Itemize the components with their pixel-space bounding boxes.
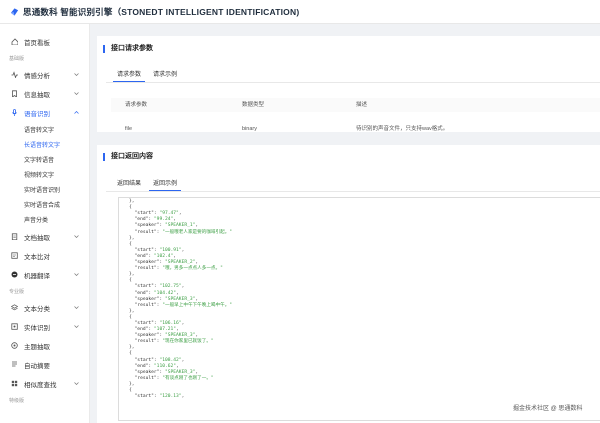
tab-request-params[interactable]: 请求参数 — [111, 69, 147, 82]
tabs-divider — [106, 82, 600, 83]
request-params-card: 接口请求参数 请求参数 请求示例 请求参数 数据类型 描述 file binar… — [97, 36, 600, 132]
tab-request-example[interactable]: 请求示例 — [147, 69, 183, 81]
chevron-down-icon — [74, 325, 79, 328]
tab-response-result[interactable]: 返回结果 — [111, 178, 147, 190]
code-line: "start": "120.13", — [129, 394, 185, 400]
sidebar-menu-item[interactable]: 语音识别 — [0, 103, 89, 122]
request-section-title: 接口请求参数 — [103, 45, 153, 53]
translate-icon — [11, 271, 18, 278]
home-icon — [11, 38, 18, 45]
chevron-down-icon — [74, 382, 79, 385]
menu-item-label: 自动摘要 — [24, 362, 50, 370]
code-line: "result": "哦，男多一点点人多一点。" — [129, 266, 223, 272]
bookmark-icon — [12, 90, 17, 97]
menu-item-label: 文本比对 — [24, 253, 50, 261]
code-line: "result": "一般哦老人家是要的咖啡引起。" — [129, 229, 233, 235]
submenu-item[interactable]: 声音分类 — [0, 212, 89, 227]
submenu-item[interactable]: 长语音转文字 — [0, 137, 89, 152]
menu-item-label: 实体识别 — [24, 324, 50, 332]
menu-item-label: 文档抽取 — [24, 234, 50, 242]
sidebar-menu-item[interactable]: 情感分析 — [0, 65, 89, 84]
logo-icon — [10, 7, 19, 16]
menu-item-label: 情感分析 — [24, 72, 50, 80]
sidebar: 首页看板基础版 情感分析 信息抽取 语音识别语音转文字 长语音转文字 文字转语音 视频… — [0, 24, 90, 423]
submenu-item[interactable]: 语音转文字 — [0, 122, 89, 137]
submenu-item[interactable]: 实时语音合成 — [0, 197, 89, 212]
code-line: "result": "一般早上中午下午晚上喝中午。" — [129, 302, 233, 308]
menu-group-label: 专业版 — [9, 288, 25, 295]
submenu-item[interactable]: 视频转文字 — [0, 167, 89, 182]
menu-item-label: 信息抽取 — [24, 91, 50, 99]
menu-item-label: 机器翻译 — [24, 272, 50, 280]
layers-icon — [11, 304, 18, 311]
menu-item-label: 主题抽取 — [24, 343, 50, 351]
response-section-title: 接口返回内容 — [103, 153, 153, 161]
code-block[interactable]: "result": "一直都很不错。"},{ "start": "97.47",… — [118, 197, 600, 421]
chevron-down-icon — [74, 273, 79, 276]
watermark-text: 掘金技术社区 @ 思通数科 — [513, 406, 583, 412]
chevron-down-icon — [74, 92, 79, 95]
chevron-down-icon — [74, 306, 79, 309]
mic-icon — [12, 109, 17, 116]
response-tabs: 返回结果 返回示例 — [111, 178, 183, 191]
table-row: file binary 待识别的声音文件，只支持wav格式。 — [111, 122, 600, 136]
sidebar-menu-item[interactable]: 文档抽取 — [0, 227, 89, 246]
sidebar-menu-item[interactable]: 文本分类 — [0, 298, 89, 317]
summary-icon — [12, 361, 17, 367]
sidebar-menu-item[interactable]: 自动摘要 — [0, 355, 89, 374]
pulse-icon — [11, 71, 18, 78]
chevron-down-icon — [74, 235, 79, 238]
table-cell: 待识别的声音文件，只支持wav格式。 — [356, 126, 449, 132]
menu-item-label: 语音识别 — [24, 110, 50, 118]
menu-item-label: 文本分类 — [24, 305, 50, 313]
column-header: 请求参数 — [125, 102, 148, 108]
top-bar: 思通数科 智能识别引擎（STONEDT INTELLIGENT IDENTIFI… — [0, 0, 600, 24]
sidebar-menu-item[interactable]: 信息抽取 — [0, 84, 89, 103]
sidebar-menu-item[interactable]: 文本比对 — [0, 246, 89, 265]
search-grid-icon — [11, 380, 18, 387]
chevron-down-icon — [74, 73, 79, 76]
column-header: 数据类型 — [242, 102, 265, 108]
table-cell: binary — [242, 126, 257, 132]
app-title: 思通数科 智能识别引擎（STONEDT INTELLIGENT IDENTIFI… — [23, 6, 300, 17]
submenu-item[interactable]: 文字转语音 — [0, 152, 89, 167]
tab-response-example[interactable]: 返回示例 — [147, 178, 183, 191]
chevron-up-icon — [74, 111, 79, 114]
watermark: 掘金技术社区 @ 思通数科 — [513, 403, 582, 412]
menu-group-label: 特级版 — [9, 397, 25, 404]
menu-item-label: 首页看板 — [24, 39, 50, 47]
menu-item-label: 相似度查找 — [24, 381, 57, 389]
table-header: 请求参数 数据类型 描述 — [111, 98, 600, 112]
entity-icon — [11, 323, 18, 330]
table-cell: file — [125, 126, 133, 132]
sidebar-menu-item[interactable]: 实体识别 — [0, 317, 89, 336]
main-content: 接口请求参数 请求参数 请求示例 请求参数 数据类型 描述 file binar… — [90, 24, 600, 423]
sidebar-menu-item[interactable]: 机器翻译 — [0, 265, 89, 284]
topic-icon — [11, 342, 18, 349]
menu-group-label: 基础版 — [9, 55, 25, 62]
sidebar-menu-item[interactable]: 首页看板 — [0, 32, 89, 51]
compare-icon — [11, 252, 18, 259]
tabs-divider — [106, 191, 600, 192]
sidebar-menu-item[interactable]: 相似度查找 — [0, 374, 89, 393]
submenu-item[interactable]: 实时语音识别 — [0, 182, 89, 197]
response-card: 接口返回内容 返回结果 返回示例 "result": "一直都很不错。"},{ … — [97, 145, 600, 423]
sidebar-menu-item[interactable]: 主题抽取 — [0, 336, 89, 355]
code-content: "result": "一直都很不错。"},{ "start": "97.47",… — [129, 198, 233, 400]
doc-icon — [11, 233, 18, 240]
request-tabs: 请求参数 请求示例 — [111, 69, 183, 82]
column-header: 描述 — [356, 102, 368, 108]
